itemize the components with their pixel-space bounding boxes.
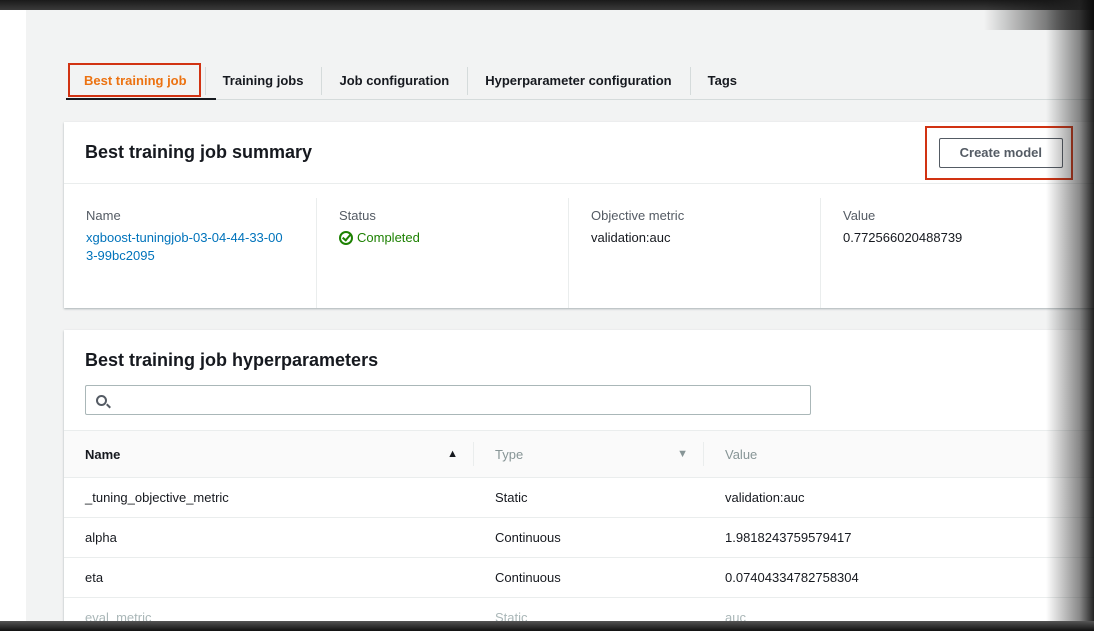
cell-name: eta (85, 570, 104, 585)
tab-label: Job configuration (339, 72, 450, 88)
best-training-job-hyperparameters-panel: Best training job hyperparameters Name ▲… (64, 330, 1094, 622)
tab-bar-divider (66, 99, 1094, 100)
tab-bar: Best training job Training jobs Job conf… (66, 60, 755, 100)
tab-hyperparameter-configuration[interactable]: Hyperparameter configuration (467, 65, 689, 95)
cell-name: _tuning_objective_metric (85, 490, 229, 505)
highlight-box (68, 63, 201, 97)
highlight-box (924, 125, 1073, 180)
field-label: Value (843, 208, 876, 223)
cell-name: alpha (85, 530, 117, 545)
search-icon (96, 394, 107, 406)
tab-label: Hyperparameter configuration (485, 72, 672, 88)
training-job-name-link[interactable]: xgboost-tuningjob-03-04-44-33-003-99bc20… (86, 229, 286, 265)
search-box (85, 385, 811, 415)
table-row: _tuning_objective_metric Static validati… (64, 478, 1094, 518)
tab-label: Training jobs (222, 72, 304, 88)
screenshot-top-edge (0, 0, 1094, 10)
summary-fields: Name xgboost-tuningjob-03-04-44-33-003-9… (64, 184, 1094, 308)
column-header-label: Value (725, 446, 758, 462)
column-header-type[interactable]: Type ▼ (474, 430, 704, 478)
summary-header: Best training job summary Create model (64, 122, 1094, 184)
cell-type: Continuous (495, 530, 561, 545)
tab-training-jobs[interactable]: Training jobs (204, 65, 322, 95)
column-header-name[interactable]: Name ▲ (64, 430, 474, 478)
summary-name-field: Name xgboost-tuningjob-03-04-44-33-003-9… (64, 198, 316, 308)
objective-metric-value: validation:auc (591, 230, 671, 245)
summary-status-field: Status Completed (316, 198, 568, 308)
table-header: Name ▲ Type ▼ Value (64, 430, 1094, 478)
tab-tags[interactable]: Tags (689, 65, 755, 95)
column-header-label: Name (85, 446, 121, 462)
create-model-wrapper: Create model (924, 125, 1073, 180)
table-row: eval_metric Static auc (64, 598, 1094, 622)
cell-value: 1.9818243759579417 (725, 530, 852, 545)
metric-value: 0.772566020488739 (843, 230, 963, 245)
best-training-job-summary-panel: Best training job summary Create model N… (64, 122, 1094, 308)
field-label: Objective metric (591, 208, 685, 223)
tab-label: Tags (707, 72, 738, 88)
status-text: Completed (357, 230, 420, 245)
tuning-job-page: Best training job Training jobs Job conf… (26, 10, 1094, 622)
cell-value: validation:auc (725, 490, 805, 505)
sort-descending-icon: ▼ (677, 448, 688, 460)
field-label: Name (86, 208, 121, 223)
cell-value: 0.07404334782758304 (725, 570, 859, 585)
screenshot-bottom-edge (0, 621, 1094, 631)
status-badge: Completed (339, 229, 546, 247)
summary-metric-field: Objective metric validation:auc (568, 198, 820, 308)
sort-ascending-icon: ▲ (447, 448, 458, 460)
summary-title: Best training job summary (85, 142, 313, 162)
table-row: eta Continuous 0.07404334782758304 (64, 558, 1094, 598)
field-label: Status (339, 208, 376, 223)
cell-type: Continuous (495, 570, 561, 585)
cell-type: Static (495, 490, 528, 505)
hyperparameters-title: Best training job hyperparameters (85, 350, 379, 370)
active-tab-indicator (66, 98, 216, 100)
summary-value-field: Value 0.772566020488739 (820, 198, 1072, 308)
check-circle-icon (339, 231, 353, 245)
column-header-value[interactable]: Value (704, 430, 1094, 478)
tab-best-training-job[interactable]: Best training job (66, 63, 205, 97)
hyperparameters-table: Name ▲ Type ▼ Value _tuning_objective_me… (64, 430, 1094, 622)
table-row: alpha Continuous 1.9818243759579417 (64, 518, 1094, 558)
tab-job-configuration[interactable]: Job configuration (321, 65, 467, 95)
search-input[interactable] (113, 392, 793, 408)
column-header-label: Type (495, 446, 524, 462)
